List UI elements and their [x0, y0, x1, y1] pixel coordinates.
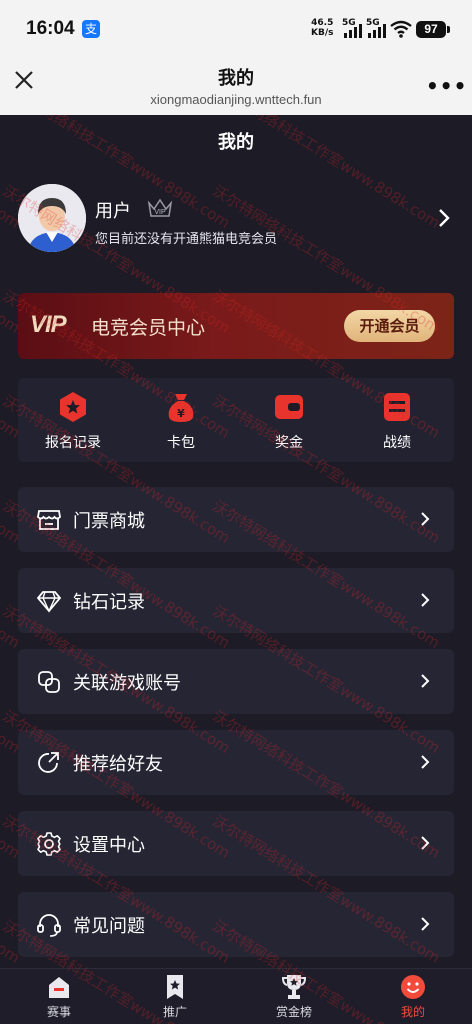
chevron-right-icon	[421, 755, 430, 769]
bookmark-icon	[167, 975, 183, 999]
vip-logo: VIP	[30, 311, 67, 338]
avatar-image	[18, 184, 86, 252]
diamond-icon	[36, 591, 62, 613]
vip-crown-icon: VIP	[147, 198, 173, 217]
avatar	[18, 184, 86, 252]
tab-label: 我的	[400, 1005, 425, 1019]
page-title: 我的	[218, 132, 254, 153]
status-time: 16:04	[26, 18, 75, 39]
tab-label: 赏金榜	[275, 1005, 312, 1019]
menu-item-label: 关联游戏账号	[73, 673, 181, 694]
open-membership-button[interactable]: 开通会员	[344, 310, 435, 342]
share-icon	[38, 752, 59, 773]
star-badge-icon	[60, 392, 86, 422]
tab-mine[interactable]: 我的	[368, 973, 458, 1020]
menu-item-label: 钻石记录	[73, 592, 145, 613]
chevron-right-icon	[421, 917, 430, 931]
menu-item-label: 设置中心	[73, 835, 145, 856]
browser-title: 我的	[218, 68, 254, 89]
trophy-cup-icon	[49, 977, 69, 998]
menu-item-recommend-friend[interactable]: 推荐给好友	[18, 730, 454, 795]
battery-icon: 97	[416, 21, 450, 38]
membership-status: 您目前还没有开通熊猫电竞会员	[95, 232, 278, 247]
quick-item-label: 报名记录	[45, 435, 101, 451]
menu-item-faq[interactable]: 常见问题	[18, 892, 454, 957]
quick-item-label: 奖金	[275, 435, 303, 451]
chevron-right-icon	[421, 674, 430, 688]
quick-item-label: 战绩	[383, 435, 411, 451]
user-name: 用户	[95, 201, 131, 222]
browser-chrome: 16:04 支 46.5 KB/s 5G 5G 97 我的 xiongmaodi…	[0, 0, 472, 115]
quick-item-card-pack[interactable]: ¥ 卡包	[136, 390, 226, 452]
headset-icon	[37, 914, 61, 937]
chevron-right-icon	[421, 593, 430, 607]
menu-item-link-game-account[interactable]: 关联游戏账号	[18, 649, 454, 714]
vip-center-title: 电竞会员中心	[91, 317, 206, 339]
profile-row[interactable]: 用户 VIP 您目前还没有开通熊猫电竞会员	[18, 182, 458, 258]
tab-bounty-board[interactable]: 赏金榜	[249, 973, 339, 1020]
record-icon	[384, 393, 410, 421]
svg-text:VIP: VIP	[154, 209, 166, 216]
wifi-icon	[390, 20, 412, 38]
quick-item-signup-records[interactable]: 报名记录	[28, 390, 118, 452]
menu-item-label: 推荐给好友	[73, 754, 163, 775]
money-bag-icon: ¥	[168, 394, 194, 422]
chevron-right-icon	[421, 836, 430, 850]
tab-events[interactable]: 赛事	[14, 973, 104, 1020]
quick-item-bonus[interactable]: 奖金	[244, 390, 334, 452]
link-icon	[38, 671, 60, 693]
browser-url: xiongmaodianjing.wnttech.fun	[150, 92, 322, 107]
net-speed: 46.5 KB/s	[311, 18, 334, 38]
bottom-tab-bar: 赛事 推广 赏金榜 我的	[0, 968, 472, 1024]
chevron-right-icon	[439, 209, 450, 227]
browser-toolbar: 我的 xiongmaodianjing.wnttech.fun •••	[0, 56, 472, 115]
gear-icon	[37, 832, 61, 856]
menu-item-label: 常见问题	[73, 916, 145, 937]
chevron-right-icon	[421, 512, 430, 526]
wallet-icon	[275, 395, 303, 419]
smile-icon	[401, 975, 425, 999]
menu-item-ticket-store[interactable]: 门票商城	[18, 487, 454, 552]
quick-actions: 报名记录 ¥ 卡包 奖金 战绩	[18, 378, 454, 462]
tab-label: 赛事	[46, 1005, 71, 1019]
menu-item-diamond-records[interactable]: 钻石记录	[18, 568, 454, 633]
tab-promote[interactable]: 推广	[130, 973, 220, 1020]
tab-label: 推广	[162, 1005, 187, 1019]
alipay-icon: 支	[82, 20, 100, 38]
quick-item-label: 卡包	[167, 435, 195, 451]
vip-center-card[interactable]: VIP 电竞会员中心 开通会员	[18, 293, 454, 359]
svg-text:¥: ¥	[177, 407, 185, 420]
menu-item-label: 门票商城	[73, 511, 145, 532]
trophy-icon	[281, 975, 307, 999]
menu-item-settings[interactable]: 设置中心	[18, 811, 454, 876]
signal-icon: 5G	[342, 18, 362, 38]
quick-item-records[interactable]: 战绩	[352, 390, 442, 452]
status-bar: 16:04 支 46.5 KB/s 5G 5G 97	[0, 0, 472, 56]
more-icon[interactable]: •••	[426, 74, 467, 98]
signal-icon-2: 5G	[366, 18, 386, 38]
store-icon	[37, 510, 61, 530]
